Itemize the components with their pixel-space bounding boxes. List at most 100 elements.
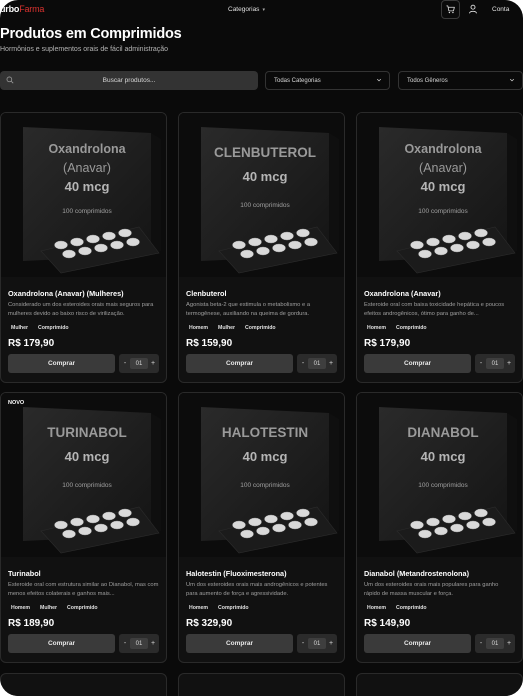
decrease-button[interactable]: - — [122, 360, 128, 367]
product-tag: Homem — [11, 605, 31, 611]
product-tags: Homem Comprimido — [364, 324, 430, 332]
quantity-stepper: - 01 + — [475, 354, 515, 373]
box-count: 100 comprimidos — [62, 482, 112, 489]
buy-button[interactable]: Comprar — [364, 634, 471, 653]
product-name[interactable]: Turinabol — [8, 569, 41, 578]
product-name[interactable]: Halotestin (Fluoximesterona) — [186, 569, 287, 578]
pill — [94, 523, 108, 533]
box-count: 100 comprimidos — [418, 208, 468, 215]
quantity-value[interactable]: 01 — [308, 638, 326, 649]
product-image[interactable]: Oxandrolona (Anavar) 40 mcg 100 comprimi… — [357, 113, 522, 277]
product-card[interactable]: HALOTESTIN 40 mcg 100 comprimidos Halote… — [178, 392, 345, 663]
pill — [482, 237, 496, 247]
pill — [410, 240, 424, 250]
box-subtitle: (Anavar) — [63, 161, 111, 175]
category-select[interactable]: Todas Categorias — [265, 71, 390, 90]
pill — [232, 520, 246, 530]
categories-menu[interactable]: Categorias ▾ — [228, 6, 265, 13]
buy-button[interactable]: Comprar — [8, 634, 115, 653]
product-tag: Mulher — [40, 605, 58, 611]
pill — [466, 520, 480, 530]
gender-select[interactable]: Todos Gêneros — [398, 71, 523, 90]
quantity-value[interactable]: 01 — [130, 358, 148, 369]
pill — [62, 249, 76, 259]
pill — [256, 246, 270, 256]
pill — [418, 249, 432, 259]
quantity-value[interactable]: 01 — [130, 638, 148, 649]
increase-button[interactable]: + — [506, 360, 512, 367]
category-select-value: Todas Categorias — [274, 77, 321, 84]
pill — [264, 514, 278, 524]
increase-button[interactable]: + — [506, 640, 512, 647]
product-price: R$ 189,90 — [8, 618, 55, 629]
increase-button[interactable]: + — [150, 640, 156, 647]
pill — [418, 529, 432, 539]
product-image[interactable]: DIANABOL 40 mcg 100 comprimidos — [357, 393, 522, 557]
product-tag: Mulher — [11, 325, 29, 331]
pill — [102, 511, 116, 521]
pill — [118, 228, 132, 238]
pill — [458, 511, 472, 521]
quantity-stepper: - 01 + — [297, 634, 337, 653]
product-card[interactable]: Oxandrolona (Anavar) 40 mcg 100 comprimi… — [356, 112, 523, 383]
product-card[interactable]: TURINABOL 40 mcg 100 comprimidos NOVO Tu… — [0, 392, 167, 663]
pill — [54, 240, 68, 250]
brand-logo[interactable]: urboFarma — [0, 4, 44, 14]
pill — [78, 526, 92, 536]
product-name[interactable]: Oxandrolona (Anavar) (Mulheres) — [8, 289, 124, 298]
increase-button[interactable]: + — [150, 360, 156, 367]
product-tags: Mulher Comprimido — [8, 324, 72, 332]
product-card[interactable]: Oxandrolona (Anavar) 40 mcg 100 comprimi… — [0, 112, 167, 383]
cart-icon — [446, 5, 455, 14]
quantity-value[interactable]: 01 — [486, 358, 504, 369]
product-card[interactable]: DIANABOL 40 mcg 100 comprimidos Dianabol… — [356, 392, 523, 663]
pill — [102, 231, 116, 241]
pill — [272, 243, 286, 253]
buy-button[interactable]: Comprar — [8, 354, 115, 373]
pill — [280, 511, 294, 521]
cart-button[interactable] — [441, 0, 460, 19]
user-icon[interactable] — [468, 4, 478, 14]
increase-button[interactable]: + — [328, 640, 334, 647]
quantity-value[interactable]: 01 — [486, 638, 504, 649]
search-input[interactable] — [0, 71, 258, 90]
product-card-partial — [0, 673, 167, 696]
product-name[interactable]: Oxandrolona (Anavar) — [364, 289, 441, 298]
increase-button[interactable]: + — [328, 360, 334, 367]
product-image[interactable]: CLENBUTEROL 40 mcg 100 comprimidos — [179, 113, 344, 277]
product-image[interactable]: HALOTESTIN 40 mcg 100 comprimidos — [179, 393, 344, 557]
product-image[interactable]: Oxandrolona (Anavar) 40 mcg 100 comprimi… — [1, 113, 166, 277]
pill — [474, 228, 488, 238]
pill — [248, 237, 262, 247]
decrease-button[interactable]: - — [478, 640, 484, 647]
pill — [248, 517, 262, 527]
pill — [240, 249, 254, 259]
buy-button[interactable]: Comprar — [364, 354, 471, 373]
buy-button[interactable]: Comprar — [186, 354, 293, 373]
categories-label: Categorias — [228, 6, 260, 13]
chevron-down-icon: ▾ — [262, 6, 265, 13]
product-tags: Homem Mulher Comprimido — [8, 604, 101, 612]
product-name[interactable]: Clenbuterol — [186, 289, 227, 298]
search-bar — [0, 71, 258, 90]
box-dose: 40 mcg — [65, 179, 110, 194]
decrease-button[interactable]: - — [300, 360, 306, 367]
product-tag: Comprimido — [245, 325, 276, 331]
product-tag: Homem — [367, 605, 387, 611]
quantity-value[interactable]: 01 — [308, 358, 326, 369]
product-tags: Homem Comprimido — [186, 604, 252, 612]
pill — [304, 237, 318, 247]
product-name[interactable]: Dianabol (Metandrostenolona) — [364, 569, 469, 578]
page-title: Produtos em Comprimidos — [0, 26, 182, 42]
chevron-down-icon — [509, 78, 515, 82]
pill — [426, 237, 440, 247]
pill — [86, 234, 100, 244]
decrease-button[interactable]: - — [122, 640, 128, 647]
decrease-button[interactable]: - — [300, 640, 306, 647]
account-link[interactable]: Conta — [492, 6, 509, 13]
product-image[interactable]: TURINABOL 40 mcg 100 comprimidos NOVO — [1, 393, 166, 557]
buy-button[interactable]: Comprar — [186, 634, 293, 653]
decrease-button[interactable]: - — [478, 360, 484, 367]
product-card[interactable]: CLENBUTEROL 40 mcg 100 comprimidos Clenb… — [178, 112, 345, 383]
product-description: Um dos esteroides orais mais populares p… — [364, 582, 499, 597]
